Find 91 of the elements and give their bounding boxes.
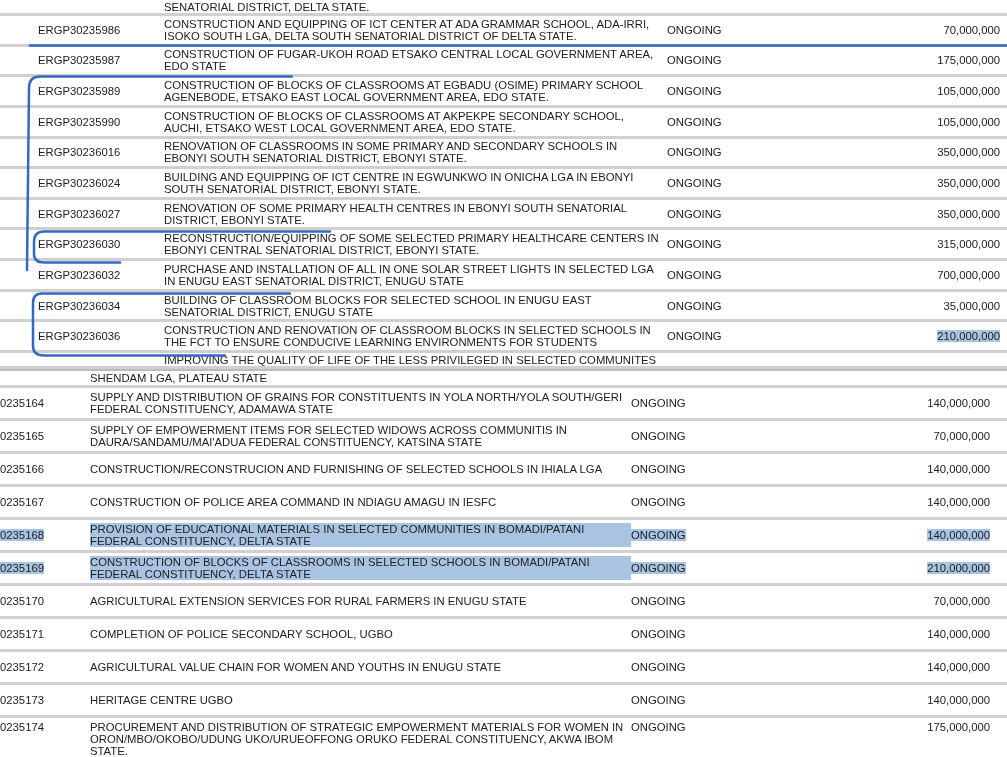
amount-value: 175,000,000: [937, 54, 1000, 67]
project-code: 0235165: [0, 430, 44, 442]
project-code: 0235174: [0, 721, 44, 733]
status-label: ONGOING: [667, 207, 722, 220]
status-label: ONGOING: [631, 595, 686, 607]
project-description: HERITAGE CENTRE UGBO: [90, 694, 234, 706]
project-description: CONSTRUCTION OF POLICE AREA COMMAND IN NDIAGU AMAGU IN IESFC: [90, 496, 498, 508]
status-label: ONGOING: [667, 54, 722, 67]
status-label: ONGOING: [667, 146, 722, 159]
amount-value: 175,000,000: [927, 721, 990, 733]
status-label: ONGOING: [631, 694, 686, 706]
status-label: ONGOING: [631, 463, 686, 475]
project-code: ERGP30235990: [38, 115, 121, 128]
project-code: 0235167: [0, 496, 44, 508]
project-code: ERGP30236032: [38, 268, 121, 281]
project-code: 0235170: [0, 595, 44, 607]
project-description: SUPPLY OF EMPOWERMENT ITEMS FOR SELECTED WIDOWS ACROSS COMMUNITIS IN DAURA/SANDAMU/MAI'ADUA FEDERAL CONSTITUENCY, KATSINA STATE: [90, 424, 569, 448]
project-description: CONSTRUCTION OF BLOCKS OF CLASSROOMS AT EGBADU (OSIME) PRIMARY SCHOOL AGENEBODE, ETSAKO EAST LOCAL GOVERNMENT AREA, EDO STATE.: [164, 79, 644, 104]
amount-value: 140,000,000: [927, 529, 990, 541]
project-code: ERGP30236016: [38, 146, 121, 159]
status-label: ONGOING: [631, 529, 686, 541]
amount-value: 350,000,000: [937, 146, 1000, 159]
status-label: ONGOING: [667, 330, 722, 343]
status-label: ONGOING: [667, 238, 722, 251]
project-code: ERGP30235987: [38, 54, 121, 67]
project-description: CONSTRUCTION OF BLOCKS OF CLASSROOMS AT AKPEKPE SECONDARY SCHOOL, AUCHI, ETSAKO WEST LOCAL GOVERNMENT AREA, EDO STATE.: [164, 109, 625, 134]
project-code: ERGP30235989: [38, 85, 121, 98]
project-code: 0235171: [0, 628, 44, 640]
project-code: 0235168: [0, 529, 44, 541]
project-description: PROCUREMENT AND DISTRIBUTION OF STRATEGIC EMPOWERMENT MATERIALS FOR WOMEN IN ORON/MBO/OKOBO/UDUNG UKO/URUEOFFONG ORUKO FEDERAL CONSTITUENCY, AKWA IBOM STATE.: [90, 721, 625, 757]
status-label: ONGOING: [667, 23, 722, 36]
project-description: CONSTRUCTION AND RENOVATION OF CLASSROOM BLOCKS IN SELECTED SCHOOLS IN THE FCT TO ENSURE CONDUCIVE LEARNING ENVIRONMENTS FOR STUDENTS: [164, 324, 652, 349]
project-code: ERGP30235986: [38, 23, 121, 36]
amount-value: 350,000,000: [937, 177, 1000, 189]
project-code: 0235164: [0, 397, 44, 409]
project-code: 0235166: [0, 463, 44, 475]
project-code: 0235173: [0, 694, 44, 706]
project-description: CONSTRUCTION/RECONSTRUCION AND FURNISHING OF SELECTED SCHOOLS IN IHIALA LGA: [90, 463, 604, 475]
amount-value: 140,000,000: [927, 661, 990, 673]
project-description: IMPROVING THE QUALITY OF LIFE OF THE LESS PRIVILEGED IN SELECTED COMMUNITES: [164, 354, 658, 367]
project-description: COMPLETION OF POLICE SECONDARY SCHOOL, UGBO: [90, 628, 394, 640]
status-label: ONGOING: [667, 115, 722, 128]
status-label: ONGOING: [631, 562, 686, 574]
project-description: BUILDING AND EQUIPPING OF ICT CENTRE IN EGWUNKWO IN ONICHA LGA IN EBONYI SOUTH SENATORIAL DISTRICT, EBONYI STATE.: [164, 171, 635, 195]
status-label: ONGOING: [631, 397, 686, 409]
project-code: ERGP30236036: [38, 330, 121, 343]
status-label: ONGOING: [631, 430, 686, 442]
status-label: ONGOING: [667, 299, 722, 312]
status-label: ONGOING: [667, 85, 722, 98]
amount-value: 70,000,000: [943, 23, 1000, 36]
project-description: BUILDING OF CLASSROOM BLOCKS FOR SELECTED SCHOOL IN ENUGU EAST SENATORIAL DISTRICT, ENUGU STATE: [164, 293, 593, 318]
project-code: 0235172: [0, 661, 44, 673]
amount-value: 105,000,000: [937, 85, 1000, 98]
amount-value: 350,000,000: [937, 207, 1000, 220]
project-description: RECONSTRUCTION/EQUIPPING OF SOME SELECTED PRIMARY HEALTHCARE CENTERS IN EBONYI CENTRAL SENATORIAL DISTRICT, EBONYI STATE.: [164, 232, 660, 257]
amount-value: 140,000,000: [927, 463, 990, 475]
project-description: PURCHASE AND INSTALLATION OF ALL IN ONE SOLAR STREET LIGHTS IN SELECTED LGA IN ENUGU EAST SENATORIAL DISTRICT, ENUGU STATE: [164, 262, 655, 287]
project-description: SHENDAM LGA, PLATEAU STATE: [90, 372, 269, 384]
project-code: ERGP30236024: [38, 177, 121, 189]
status-label: ONGOING: [631, 496, 686, 508]
status-label: ONGOING: [667, 177, 722, 189]
amount-value: 105,000,000: [937, 115, 1000, 128]
amount-value: 140,000,000: [927, 694, 990, 706]
amount-value: 700,000,000: [937, 268, 1000, 281]
project-code: ERGP30236027: [38, 207, 121, 220]
project-code: ERGP30236034: [38, 299, 121, 312]
project-code: ERGP30236030: [38, 238, 121, 251]
project-code: 0235169: [0, 562, 44, 574]
status-label: ONGOING: [631, 628, 686, 640]
status-label: ONGOING: [667, 268, 722, 281]
project-description: SENATORIAL DISTRICT, DELTA STATE.: [164, 1, 371, 13]
amount-value: 35,000,000: [943, 299, 1000, 312]
project-description: CONSTRUCTION OF FUGAR-UKOH ROAD ETSAKO CENTRAL LOCAL GOVERNMENT AREA, EDO STATE: [164, 48, 655, 73]
status-label: ONGOING: [631, 721, 686, 733]
project-description: SUPPLY AND DISTRIBUTION OF GRAINS FOR CONSTITUENTS IN YOLA NORTH/YOLA SOUTH/GERI FEDERAL CONSTITUENCY, ADAMAWA STATE: [90, 391, 624, 415]
project-description: RENOVATION OF SOME PRIMARY HEALTH CENTRES IN EBONYI SOUTH SENATORIAL DISTRICT, EBONYI STATE.: [164, 201, 628, 226]
amount-value: 70,000,000: [933, 595, 990, 607]
project-description: CONSTRUCTION OF BLOCKS OF CLASSROOMS IN SELECTED SCHOOLS IN BOMADI/PATANI FEDERAL CONSTITUENCY, DELTA STATE: [90, 556, 631, 580]
amount-value: 210,000,000: [927, 562, 990, 574]
project-description: PROVISION OF EDUCATIONAL MATERIALS IN SELECTED COMMUNITIES IN BOMADI/PATANI FEDERAL CONSTITUENCY, DELTA STATE: [90, 523, 631, 547]
status-label: ONGOING: [631, 661, 686, 673]
amount-value: 140,000,000: [927, 628, 990, 640]
amount-value: 70,000,000: [933, 430, 990, 442]
project-description: RENOVATION OF CLASSROOMS IN SOME PRIMARY AND SECONDARY SCHOOLS IN EBONYI SOUTH SENATORIAL DISTRICT, EBONYI STATE.: [164, 140, 619, 165]
project-description: CONSTRUCTION AND EQUIPPING OF ICT CENTER AT ADA GRAMMAR SCHOOL, ADA-IRRI, ISOKO SOUTH LGA, DELTA SOUTH SENATORIAL DISTRICT OF DELTA STATE.: [164, 17, 651, 42]
amount-value: 140,000,000: [927, 496, 990, 508]
amount-value: 315,000,000: [937, 238, 1000, 251]
project-description: AGRICULTURAL VALUE CHAIN FOR WOMEN AND YOUTHS IN ENUGU STATE: [90, 661, 502, 673]
amount-value: 210,000,000: [937, 330, 1000, 343]
amount-value: 140,000,000: [927, 397, 990, 409]
project-description: AGRICULTURAL EXTENSION SERVICES FOR RURAL FARMERS IN ENUGU STATE: [90, 595, 528, 607]
